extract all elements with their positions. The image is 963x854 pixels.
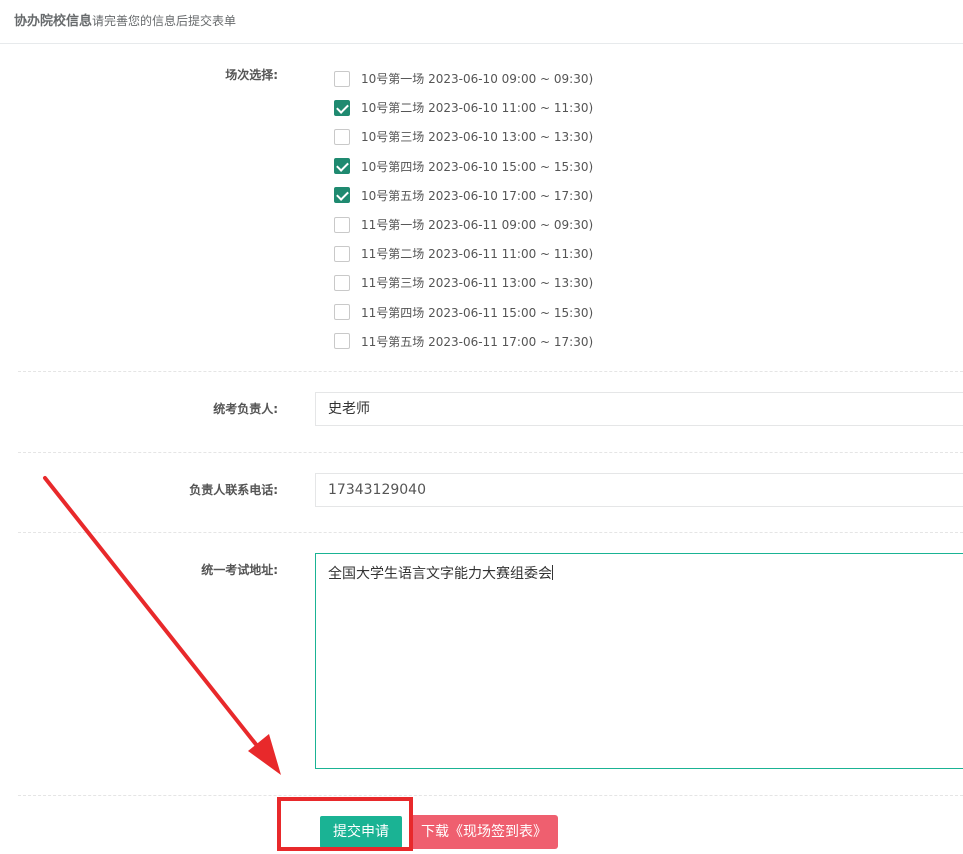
address-textarea[interactable]: 全国大学生语言文字能力大赛组委会 <box>315 553 963 769</box>
session-label: 10号第三场 2023-06-10 13:00 ~ 13:30) <box>361 130 594 145</box>
checkbox-unchecked[interactable] <box>334 128 350 145</box>
divider <box>18 532 963 533</box>
text-caret <box>552 565 553 580</box>
arrow-shaft <box>43 476 264 754</box>
phone-label: 负责人联系电话: <box>189 483 278 497</box>
sessions-label: 场次选择: <box>225 68 278 82</box>
session-option[interactable]: 10号第五场 2023-06-10 17:00 ~ 17:30) <box>334 181 593 210</box>
session-option[interactable]: 10号第四场 2023-06-10 15:00 ~ 15:30) <box>334 152 593 181</box>
session-option[interactable]: 11号第三场 2023-06-11 13:00 ~ 13:30) <box>334 268 593 297</box>
checkbox-checked[interactable] <box>334 158 350 175</box>
phone-input[interactable]: 17343129040 <box>315 473 963 507</box>
session-label: 11号第一场 2023-06-11 09:00 ~ 09:30) <box>361 218 594 233</box>
checkbox-unchecked[interactable] <box>334 333 350 350</box>
divider <box>18 452 963 453</box>
session-option[interactable]: 10号第二场 2023-06-10 11:00 ~ 11:30) <box>334 93 593 122</box>
divider <box>18 371 963 372</box>
checkbox-checked[interactable] <box>334 187 350 204</box>
arrow-head <box>248 734 281 775</box>
session-label: 11号第三场 2023-06-11 13:00 ~ 13:30) <box>361 276 594 291</box>
session-option[interactable]: 10号第三场 2023-06-10 13:00 ~ 13:30) <box>334 122 593 151</box>
session-option[interactable]: 11号第五场 2023-06-11 17:00 ~ 17:30) <box>334 327 593 356</box>
checkbox-unchecked[interactable] <box>334 216 350 233</box>
header-title: 协办院校信息 <box>14 14 93 29</box>
session-label: 10号第四场 2023-06-10 15:00 ~ 15:30) <box>361 159 594 174</box>
session-option[interactable]: 11号第二场 2023-06-11 11:00 ~ 11:30) <box>334 239 593 268</box>
annotation-highlight-box <box>277 797 413 851</box>
divider <box>18 795 963 796</box>
session-label: 11号第二场 2023-06-11 11:00 ~ 11:30) <box>361 247 594 262</box>
checkbox-checked[interactable] <box>334 99 350 116</box>
download-signin-sheet-button[interactable]: 下载《现场签到表》 <box>410 815 558 849</box>
checkbox-unchecked[interactable] <box>334 70 350 87</box>
session-label: 11号第五场 2023-06-11 17:00 ~ 17:30) <box>361 334 594 349</box>
manager-label: 统考负责人: <box>213 402 278 416</box>
manager-input[interactable]: 史老师 <box>315 392 963 426</box>
page-title: 协办院校信息请完善您的信息后提交表单 <box>14 10 236 29</box>
form-header: 协办院校信息请完善您的信息后提交表单 <box>0 0 963 44</box>
session-label: 10号第一场 2023-06-10 09:00 ~ 09:30) <box>361 72 594 87</box>
session-label: 11号第四场 2023-06-11 15:00 ~ 15:30) <box>361 305 594 320</box>
checkbox-unchecked[interactable] <box>334 304 350 321</box>
checkbox-unchecked[interactable] <box>334 274 350 291</box>
session-checkbox-list: 10号第一场 2023-06-10 09:00 ~ 09:30) 10号第二场 2… <box>334 64 593 356</box>
address-label: 统一考试地址: <box>201 563 278 577</box>
session-label: 10号第五场 2023-06-10 17:00 ~ 17:30) <box>361 188 594 203</box>
session-option[interactable]: 10号第一场 2023-06-10 09:00 ~ 09:30) <box>334 64 593 93</box>
address-text: 全国大学生语言文字能力大赛组委会 <box>328 566 552 582</box>
checkbox-unchecked[interactable] <box>334 245 350 262</box>
session-label: 10号第二场 2023-06-10 11:00 ~ 11:30) <box>361 101 594 116</box>
header-subtitle: 请完善您的信息后提交表单 <box>92 14 237 28</box>
session-option[interactable]: 11号第一场 2023-06-11 09:00 ~ 09:30) <box>334 210 593 239</box>
session-option[interactable]: 11号第四场 2023-06-11 15:00 ~ 15:30) <box>334 298 593 327</box>
